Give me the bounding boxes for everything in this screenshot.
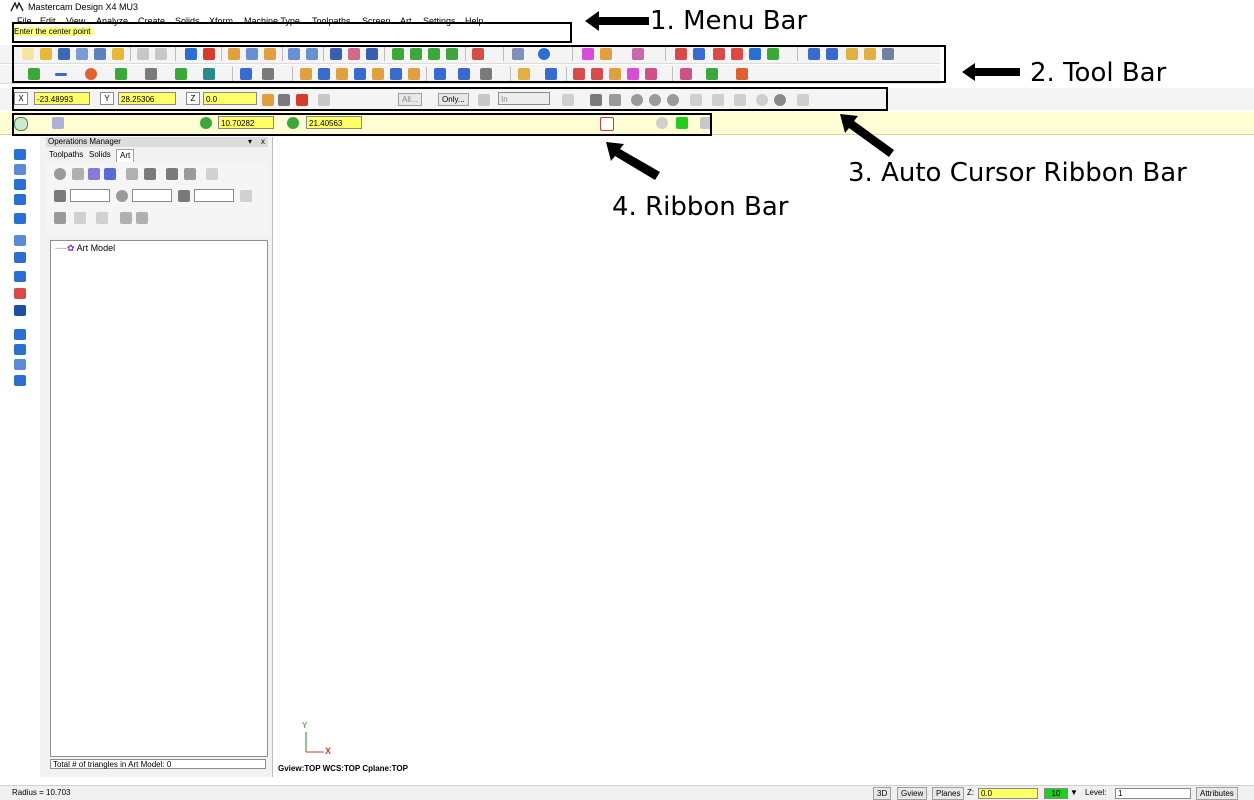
- solid-layout-icon[interactable]: [14, 344, 26, 355]
- menu-bar-arrow-icon: [585, 11, 649, 31]
- art-model-icon: ✿: [67, 243, 75, 253]
- art-value-3-input[interactable]: [194, 189, 234, 202]
- solid-draft-icon[interactable]: [14, 329, 26, 340]
- tool-bar-arrow-icon: [962, 63, 1020, 81]
- art-tree: ----✿ Art Model: [50, 240, 268, 757]
- tab-solids[interactable]: Solids: [86, 149, 114, 161]
- ribbon-bar-arrow-icon: [606, 142, 660, 180]
- art-dome-icon[interactable]: [178, 190, 190, 202]
- panel-menu-icon[interactable]: ▾: [248, 137, 252, 147]
- operations-manager-panel: Operations Manager ▾ x Toolpaths Solids …: [40, 137, 273, 777]
- art-edit-icon[interactable]: [166, 168, 178, 180]
- color-dropdown-icon[interactable]: ▼: [1070, 786, 1078, 800]
- solid-shell-icon[interactable]: [14, 235, 26, 246]
- triangles-count: Total # of triangles in Art Model: 0: [50, 759, 266, 769]
- art-move-down-icon[interactable]: [136, 212, 148, 224]
- auto-cursor-highlight-box: [12, 87, 888, 111]
- radius-status: Radius = 10.703: [12, 788, 71, 797]
- mastercam-logo-icon: [10, 2, 24, 12]
- auto-cursor-arrow-icon: [840, 114, 894, 157]
- art-export-icon[interactable]: [184, 168, 196, 180]
- art-redo-icon[interactable]: [96, 212, 108, 224]
- art-undo-icon[interactable]: [74, 212, 86, 224]
- art-ring-icon[interactable]: [116, 190, 128, 202]
- attributes-button[interactable]: Attributes: [1196, 787, 1238, 800]
- solid-box-icon[interactable]: [14, 305, 26, 316]
- graphics-window[interactable]: Y X: [273, 137, 1254, 777]
- tree-item-label: Art Model: [76, 243, 116, 253]
- solid-chamfer-icon[interactable]: [14, 252, 26, 263]
- color-swatch[interactable]: 10: [1044, 788, 1068, 799]
- art-help-icon[interactable]: [206, 168, 218, 180]
- tool-bar-annotation: 2. Tool Bar: [1030, 58, 1167, 88]
- art-toolbar: [46, 162, 268, 235]
- solid-sweep-icon[interactable]: [14, 179, 26, 190]
- art-columns-icon[interactable]: [126, 168, 138, 180]
- art-move-up-icon[interactable]: [120, 212, 132, 224]
- solid-find-features-icon[interactable]: [14, 375, 26, 386]
- art-image-icon[interactable]: [144, 168, 156, 180]
- tool-bar-highlight-box: [12, 45, 946, 83]
- solid-loft-icon[interactable]: [14, 194, 26, 205]
- 3d-button[interactable]: 3D: [873, 787, 892, 800]
- tab-art[interactable]: Art: [116, 149, 135, 162]
- z-status-input[interactable]: 0.0: [978, 788, 1038, 799]
- menu-bar-highlight-box: [12, 22, 572, 43]
- art-layer-icon[interactable]: [54, 190, 66, 202]
- status-bar: Radius = 10.703 3D Gview Planes Z: 0.0 1…: [0, 785, 1254, 800]
- tab-toolpaths[interactable]: Toolpaths: [46, 149, 86, 161]
- view-info: Gview:TOP WCS:TOP Cplane:TOP: [278, 764, 408, 773]
- planes-button[interactable]: Planes: [932, 787, 965, 800]
- solid-fillet-icon[interactable]: [14, 213, 26, 224]
- solid-trim-icon[interactable]: [14, 288, 26, 299]
- z-status-label: Z:: [967, 788, 975, 797]
- close-icon[interactable]: x: [261, 137, 265, 147]
- solid-thicken-icon[interactable]: [14, 359, 26, 370]
- gview-button[interactable]: Gview: [897, 787, 928, 800]
- art-tree-icon[interactable]: [54, 212, 66, 224]
- ribbon-bar-highlight-box: [12, 113, 712, 136]
- art-grid-icon[interactable]: [72, 168, 84, 180]
- window-title: Mastercam Design X4 MU3: [28, 2, 139, 12]
- y-axis-label: Y: [302, 721, 308, 730]
- left-toolbar: [0, 137, 40, 777]
- x-axis-label: X: [325, 746, 332, 756]
- menu-bar-annotation: 1. Menu Bar: [650, 6, 808, 36]
- auto-cursor-annotation: 3. Auto Cursor Ribbon Bar: [848, 158, 1187, 188]
- art-circle-icon[interactable]: [54, 168, 66, 180]
- art-value-2-input[interactable]: [132, 189, 172, 202]
- operations-manager-title: Operations Manager: [48, 137, 121, 146]
- tree-connector: ----: [55, 243, 67, 253]
- solid-boolean-icon[interactable]: [14, 271, 26, 282]
- level-input[interactable]: 1: [1115, 788, 1191, 799]
- solid-revolve-icon[interactable]: [14, 164, 26, 175]
- level-label: Level:: [1085, 788, 1107, 797]
- art-star-icon[interactable]: [240, 190, 252, 202]
- art-value-1-input[interactable]: [70, 189, 110, 202]
- art-shaded-icon[interactable]: [104, 168, 116, 180]
- tree-item-art-model[interactable]: ----✿ Art Model: [55, 243, 115, 254]
- operations-manager-header: Operations Manager ▾ x: [46, 137, 268, 147]
- art-surface-icon[interactable]: [88, 168, 100, 180]
- ribbon-bar-annotation: 4. Ribbon Bar: [612, 192, 789, 222]
- solid-extrude-icon[interactable]: [14, 149, 26, 160]
